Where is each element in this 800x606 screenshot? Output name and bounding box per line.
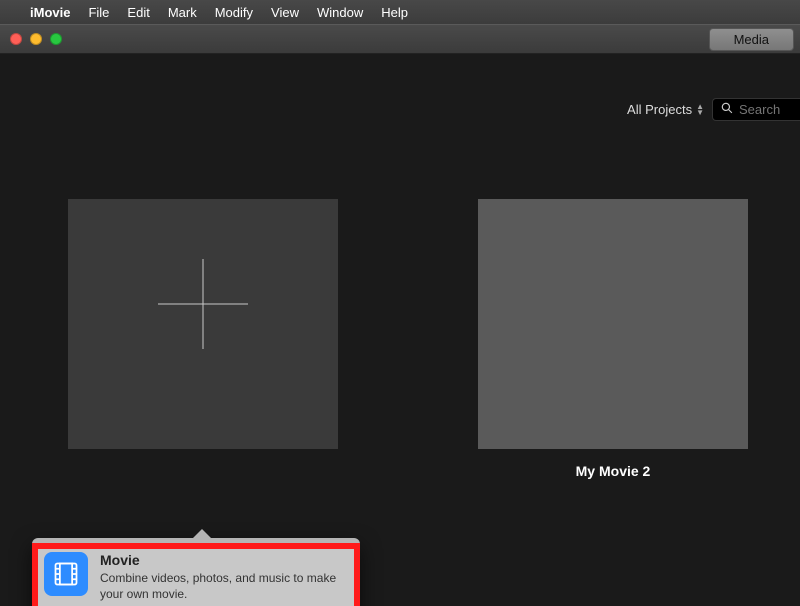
project-title: My Movie 2 bbox=[478, 463, 748, 479]
popover-item-title: Movie bbox=[100, 552, 348, 568]
projects-filter-button[interactable]: All Projects ▲▼ bbox=[627, 102, 704, 117]
menu-view[interactable]: View bbox=[271, 5, 299, 20]
project-tile-wrapper: My Movie 2 bbox=[478, 199, 748, 479]
project-tile[interactable] bbox=[478, 199, 748, 449]
minimize-window-button[interactable] bbox=[30, 33, 42, 45]
window-titlebar: Media bbox=[0, 24, 800, 54]
menu-window[interactable]: Window bbox=[317, 5, 363, 20]
projects-toolbar: All Projects ▲▼ bbox=[627, 98, 800, 121]
media-tab-button[interactable]: Media bbox=[709, 28, 794, 51]
system-menubar: iMovie File Edit Mark Modify View Window… bbox=[0, 0, 800, 24]
search-field[interactable] bbox=[712, 98, 800, 121]
search-icon bbox=[721, 102, 733, 117]
menu-help[interactable]: Help bbox=[381, 5, 408, 20]
projects-grid: Movie Combine videos, photos, and music … bbox=[0, 199, 800, 479]
window-controls bbox=[10, 33, 62, 45]
popover-item-text: Movie Combine videos, photos, and music … bbox=[100, 552, 348, 602]
search-input[interactable] bbox=[739, 102, 793, 117]
create-new-project-tile[interactable] bbox=[68, 199, 338, 449]
menu-modify[interactable]: Modify bbox=[215, 5, 253, 20]
zoom-window-button[interactable] bbox=[50, 33, 62, 45]
sort-arrows-icon: ▲▼ bbox=[696, 104, 704, 116]
projects-view: All Projects ▲▼ Movie Combi bbox=[0, 54, 800, 606]
filmstrip-icon bbox=[44, 552, 88, 596]
popover-item-desc: Combine videos, photos, and music to mak… bbox=[100, 570, 348, 602]
projects-filter-label: All Projects bbox=[627, 102, 692, 117]
plus-icon bbox=[158, 259, 248, 349]
menu-edit[interactable]: Edit bbox=[127, 5, 149, 20]
menu-mark[interactable]: Mark bbox=[168, 5, 197, 20]
close-window-button[interactable] bbox=[10, 33, 22, 45]
app-menu[interactable]: iMovie bbox=[30, 5, 70, 20]
menu-file[interactable]: File bbox=[88, 5, 109, 20]
popover-item-movie[interactable]: Movie Combine videos, photos, and music … bbox=[32, 544, 360, 606]
new-project-popover: Movie Combine videos, photos, and music … bbox=[32, 538, 360, 606]
